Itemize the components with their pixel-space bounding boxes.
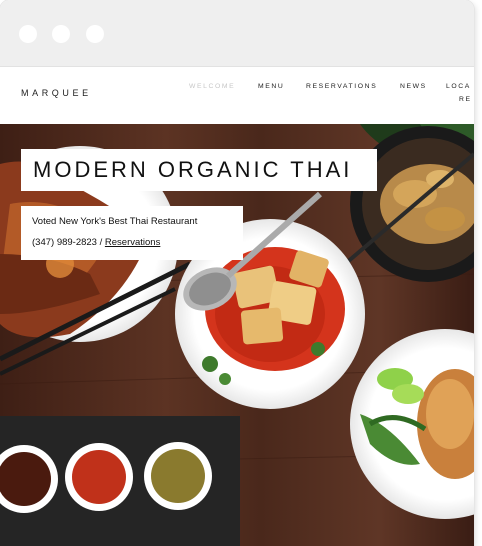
nav-item-menu[interactable]: MENU [258, 83, 284, 90]
contact-separator: / [96, 237, 105, 248]
nav-item-news[interactable]: NEWS [400, 83, 427, 90]
nav-overflow-text[interactable]: RE [459, 96, 472, 103]
window-minimize-dot[interactable] [52, 25, 70, 43]
nav-item-welcome[interactable]: WELCOME [189, 83, 235, 90]
hero-tagline: Voted New York's Best Thai Restaurant [32, 216, 198, 227]
info-card: Voted New York's Best Thai Restaurant (3… [21, 206, 243, 260]
browser-window: MARQUEE WELCOME MENU RESERVATIONS NEWS L… [0, 0, 474, 546]
contact-line: (347) 989-2823 / Reservations [32, 237, 160, 248]
sauce-tray [0, 416, 240, 546]
window-maximize-dot[interactable] [86, 25, 104, 43]
window-close-dot[interactable] [19, 25, 37, 43]
site-navbar: MARQUEE WELCOME MENU RESERVATIONS NEWS L… [0, 66, 474, 124]
headline-banner: MODERN ORGANIC THAI [21, 149, 377, 191]
nav-item-reservations[interactable]: RESERVATIONS [306, 83, 377, 90]
hero-headline: MODERN ORGANIC THAI [33, 157, 353, 182]
nav-item-locations[interactable]: LOCA [446, 83, 471, 90]
reservations-link[interactable]: Reservations [105, 237, 160, 248]
nav-menu: WELCOME MENU RESERVATIONS NEWS LOCA [0, 83, 474, 103]
phone-number[interactable]: (347) 989-2823 [32, 237, 97, 248]
browser-titlebar [0, 0, 474, 66]
